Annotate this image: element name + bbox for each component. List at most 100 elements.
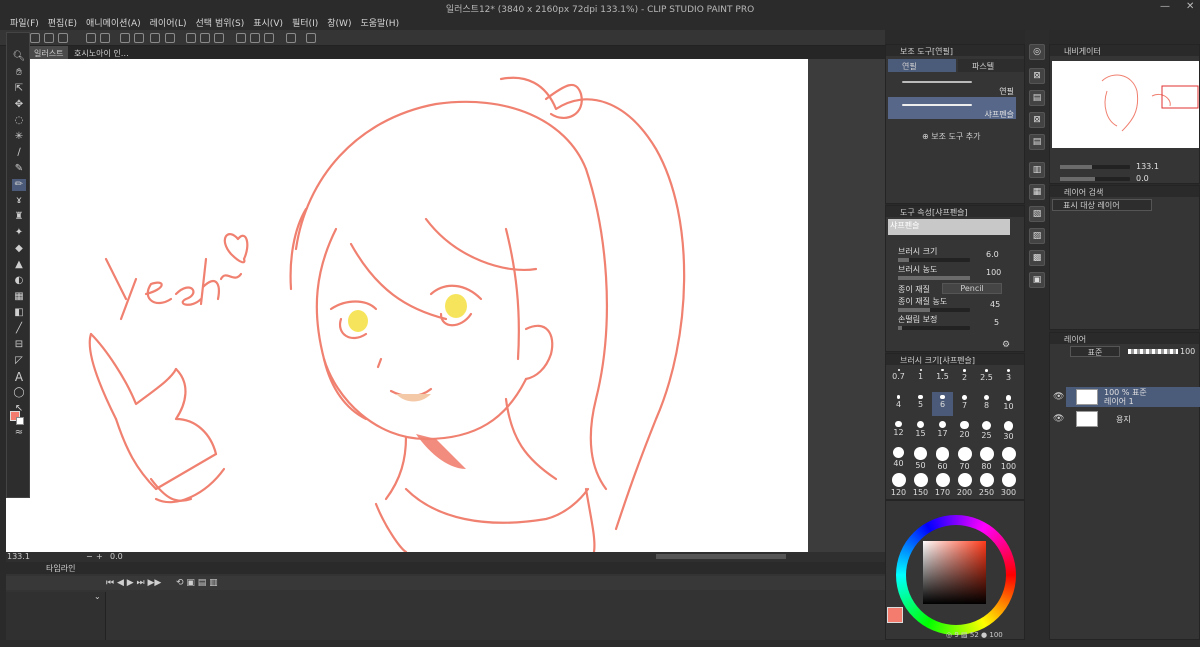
undo-icon[interactable] <box>86 33 96 43</box>
subtool-item-mechanical-pencil[interactable]: 샤프펜슬 <box>888 97 1016 119</box>
layer-row-paper[interactable]: 용지 <box>1066 409 1200 429</box>
brush-size-10[interactable]: 10 <box>998 392 1019 416</box>
animation-cel-icon[interactable]: ▣ <box>1029 272 1045 288</box>
navigator-angle-slider[interactable] <box>1060 177 1130 181</box>
select-all-icon[interactable] <box>120 33 130 43</box>
navigator-zoom[interactable]: 133.1 <box>1136 162 1159 171</box>
paper-density-slider[interactable] <box>898 308 970 312</box>
density-slider[interactable] <box>898 276 970 280</box>
brush-size-7[interactable]: 7 <box>954 392 975 416</box>
brush-size-200[interactable]: 200 <box>954 470 975 497</box>
snap-ruler-icon[interactable] <box>236 33 246 43</box>
brush-size-2[interactable]: 2 <box>954 366 975 390</box>
clear-outside-icon[interactable] <box>200 33 210 43</box>
zoom-tool-icon[interactable]: 🔍︎ <box>12 51 26 63</box>
brush-size-20[interactable]: 20 <box>954 418 975 442</box>
eye-icon[interactable]: 👁︎ <box>1053 414 1064 424</box>
menu-view[interactable]: 표시(V) <box>253 16 283 29</box>
tab-pastel[interactable]: 파스텔 <box>958 59 1024 72</box>
color-set-icon[interactable]: ▧ <box>1029 206 1045 222</box>
brush-size-50[interactable]: 50 <box>910 444 931 470</box>
brush-size-8[interactable]: 8 <box>976 392 997 416</box>
pen-tool-icon[interactable]: ✎ <box>12 163 26 175</box>
blend-tool-icon[interactable]: ▲ <box>12 259 26 271</box>
brush-size-12[interactable]: 12 <box>888 418 909 442</box>
brush-size-slider[interactable] <box>898 258 970 262</box>
menu-animation[interactable]: 애니메이션(A) <box>86 16 141 29</box>
tab-pencil[interactable]: 연필 <box>888 59 956 72</box>
navigator-zoom-slider[interactable] <box>1060 165 1130 169</box>
settings-icon[interactable]: ⚙ <box>1002 340 1010 350</box>
brush-size-17[interactable]: 17 <box>932 418 953 442</box>
menu-selection[interactable]: 선택 범위(S) <box>196 16 245 29</box>
rotate-value[interactable]: 0.0 <box>110 552 123 561</box>
brush-size-5[interactable]: 5 <box>910 392 931 416</box>
main-color-swatch[interactable] <box>887 607 903 623</box>
invert-icon[interactable] <box>214 33 224 43</box>
redo-icon[interactable] <box>100 33 110 43</box>
brush-size-value[interactable]: 6.0 <box>986 250 999 259</box>
drawing-canvas[interactable] <box>6 59 808 552</box>
transparent-color-icon[interactable]: ≈ <box>12 427 26 439</box>
material-icon[interactable]: ▤ <box>1029 90 1045 106</box>
eraser-tool-icon[interactable]: ◆ <box>12 243 26 255</box>
ruler-tool-icon[interactable]: ╱ <box>12 323 26 335</box>
brush-size-1[interactable]: 1 <box>910 366 931 390</box>
brush-size-2-5[interactable]: 2.5 <box>976 366 997 390</box>
airbrush-tool-icon[interactable]: ♜ <box>12 211 26 223</box>
save-icon[interactable] <box>58 33 68 43</box>
transform-icon[interactable] <box>165 33 175 43</box>
move-layer-tool-icon[interactable]: ✥ <box>12 99 26 111</box>
balloon-tool-icon[interactable]: ◯ <box>12 387 26 399</box>
brush-size-100[interactable]: 100 <box>998 444 1019 471</box>
brush-size-250[interactable]: 250 <box>976 470 997 497</box>
brush-size-150[interactable]: 150 <box>910 470 931 497</box>
add-subtool-button[interactable]: ⊕ 보조 도구 추가 <box>922 131 981 142</box>
brush-size-15[interactable]: 15 <box>910 418 931 442</box>
color-history-icon[interactable]: ▨ <box>1029 228 1045 244</box>
tab-illust12[interactable]: 일러스트12* <box>30 46 68 68</box>
brush-size-40[interactable]: 40 <box>888 444 909 468</box>
zoom-out-icon[interactable]: − <box>86 552 93 561</box>
fill-icon[interactable] <box>150 33 160 43</box>
item-bank-icon[interactable]: ▥ <box>1029 162 1045 178</box>
layer-property-icon[interactable]: ⊠ <box>1029 68 1045 84</box>
sub-view-icon[interactable]: ▩ <box>1029 250 1045 266</box>
layer-search-icon[interactable]: ▤ <box>1029 134 1045 150</box>
brush-size-30[interactable]: 30 <box>998 418 1019 442</box>
zoom-in-icon[interactable]: + <box>96 552 103 561</box>
paper-texture-select[interactable]: Pencil <box>942 283 1002 294</box>
opacity-value[interactable]: 100 <box>1180 347 1195 356</box>
chevron-down-icon[interactable]: ⌄ <box>94 592 101 601</box>
menu-filter[interactable]: 필터(I) <box>292 16 318 29</box>
brush-size-80[interactable]: 80 <box>976 444 997 471</box>
snap-special-ruler-icon[interactable] <box>250 33 260 43</box>
brush-size-4[interactable]: 4 <box>888 392 909 416</box>
brush-size-60[interactable]: 60 <box>932 444 953 471</box>
subtool-item-pencil[interactable]: 연필 <box>888 75 1016 97</box>
menu-edit[interactable]: 편집(E) <box>48 16 77 29</box>
brush-size-70[interactable]: 70 <box>954 444 975 471</box>
brush-size-3[interactable]: 3 <box>998 366 1019 390</box>
density-value[interactable]: 100 <box>986 268 1001 277</box>
new-file-icon[interactable] <box>30 33 40 43</box>
sub-color-swatch[interactable] <box>16 417 24 425</box>
color-profile-icon[interactable] <box>286 33 296 43</box>
fill-tool-icon[interactable]: ◐ <box>12 275 26 287</box>
layer-row-1[interactable]: 100 % 표준 레이어 1 <box>1066 387 1200 407</box>
deselect-icon[interactable] <box>134 33 144 43</box>
layer-search-filter[interactable]: 표시 대상 레이어 <box>1052 199 1152 211</box>
menu-help[interactable]: 도움말(H) <box>360 16 399 29</box>
text-tool-icon[interactable]: ◸ <box>12 355 26 367</box>
quick-access-icon[interactable]: ▦ <box>1029 184 1045 200</box>
brush-size-6[interactable]: 6 <box>932 392 953 416</box>
paper-density-value[interactable]: 45 <box>990 300 1000 309</box>
blend-mode-select[interactable]: 표준 <box>1070 346 1120 357</box>
brush-size-300[interactable]: 300 <box>998 470 1019 497</box>
navigator-icon[interactable]: ◎ <box>1029 44 1045 60</box>
horizontal-scrollbar[interactable] <box>656 554 786 559</box>
history-icon[interactable]: ⊠ <box>1029 112 1045 128</box>
decoration-tool-icon[interactable]: ✦ <box>12 227 26 239</box>
text-a-icon[interactable]: A <box>12 371 26 383</box>
lasso-tool-icon[interactable]: ◌ <box>12 115 26 127</box>
